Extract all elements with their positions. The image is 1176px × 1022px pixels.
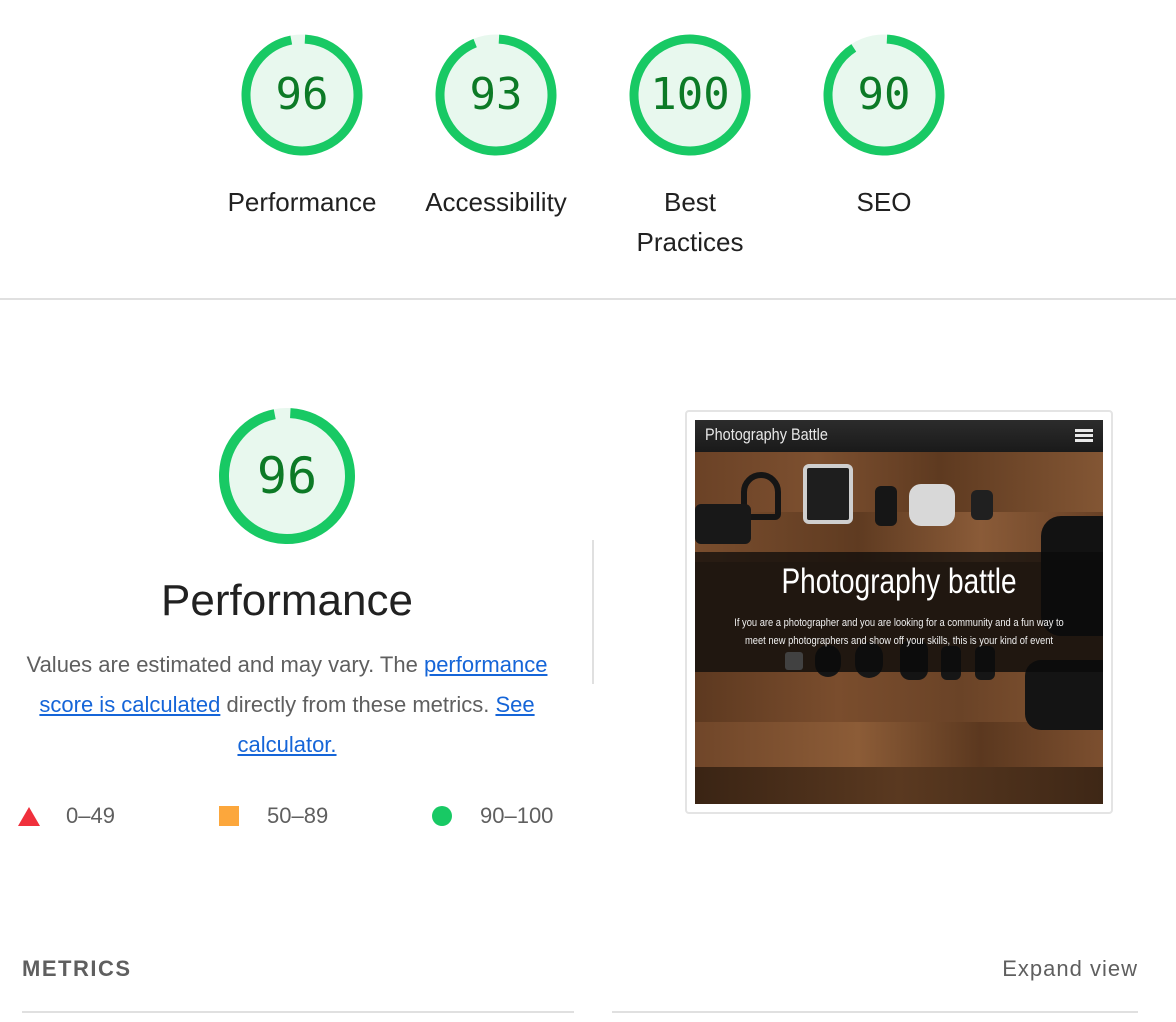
final-screenshot-frame[interactable]: Photography Battle Photography battle If… [685,410,1113,814]
expand-view-button[interactable]: Expand view [1002,956,1138,982]
seo-gauge: 90 [819,30,949,160]
hamburger-menu-icon [1075,429,1093,442]
score-accessibility[interactable]: 93 Accessibility [396,30,596,222]
performance-large-gauge: 96 [214,403,360,549]
score-best-practices[interactable]: 100 Best Practices [590,30,790,262]
gear-controller [909,484,955,526]
score-seo[interactable]: 90 SEO [784,30,984,222]
accessibility-gauge: 93 [431,30,561,160]
thumbnail-subtext: If you are a photographer and you are lo… [734,617,1064,647]
gear-phone [875,486,897,526]
vertical-divider [592,540,594,684]
performance-score-value: 96 [256,447,318,505]
score-label: SEO [856,187,912,217]
legend-pass-label: 90–100 [480,803,554,828]
legend-fail-label: 0–49 [66,803,115,828]
section-divider [0,298,1176,300]
thumbnail-nav-title: Photography Battle [705,425,828,444]
score-label: Accessibility [425,187,567,217]
score-value: 93 [469,69,523,120]
score-label: Best Practices [636,187,744,257]
green-circle-icon [432,806,452,826]
score-value: 96 [275,69,329,120]
metrics-divider-left [22,1011,574,1013]
gear-tablet [803,464,853,524]
performance-description: Values are estimated and may vary. The p… [20,645,554,765]
gear-camera [695,504,751,544]
score-label: Performance [227,187,377,217]
legend-average-label: 50–89 [267,803,329,828]
legend-pass: 90–100 [432,800,553,832]
thumbnail-navbar: Photography Battle [695,420,1103,452]
metrics-heading: METRICS [22,956,132,981]
best-practices-gauge: 100 [625,30,755,160]
desc-text: directly from these metrics. [220,692,496,717]
final-screenshot: Photography Battle Photography battle If… [695,420,1103,804]
score-performance[interactable]: 96 Performance [202,30,402,222]
orange-square-icon [219,806,239,826]
red-triangle-icon [18,806,40,826]
desc-text: Values are estimated and may vary. The [26,652,424,677]
score-value: 100 [650,69,730,120]
thumbnail-hero-band: Photography battle If you are a photogra… [695,552,1103,672]
legend-fail: 0–49 [18,800,115,832]
performance-gauge: 96 [237,30,367,160]
score-value: 90 [857,69,911,120]
thumbnail-heading: Photography battle [781,562,1017,601]
legend-average: 50–89 [219,800,328,832]
gear-mini-camera [971,490,993,520]
performance-title: Performance [161,576,413,625]
metrics-divider-right [612,1011,1138,1013]
